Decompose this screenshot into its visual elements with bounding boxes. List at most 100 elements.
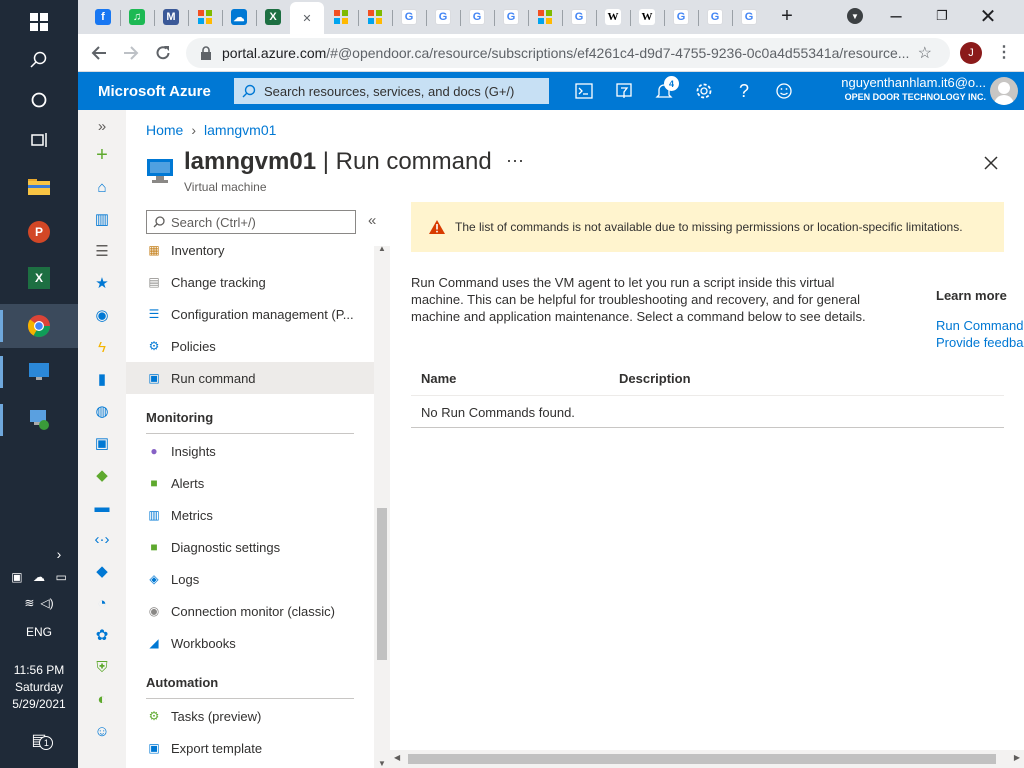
- resource-groups-icon[interactable]: ◉: [78, 299, 126, 331]
- cortana-button[interactable]: [0, 78, 78, 122]
- feedback-button[interactable]: [771, 79, 797, 103]
- menu-item-logs[interactable]: ◈ Logs: [126, 563, 374, 595]
- scroll-down-icon[interactable]: ▼: [378, 759, 386, 768]
- powerpoint-button[interactable]: P: [0, 210, 78, 254]
- browser-tab[interactable]: [358, 4, 392, 30]
- menu-item-tasks-preview[interactable]: ⚙ Tasks (preview): [126, 700, 374, 732]
- breadcrumb-resource[interactable]: lamngvm01: [204, 122, 276, 138]
- settings-button[interactable]: [691, 79, 717, 103]
- menu-item-inventory[interactable]: ▦ Inventory: [126, 236, 374, 266]
- content-horizontal-scrollbar[interactable]: ◀ ▶: [390, 750, 1024, 768]
- browser-tab[interactable]: G: [426, 4, 460, 30]
- menu-item-configuration-management-p[interactable]: ☰ Configuration management (P...: [126, 298, 374, 330]
- run-command-docs-link[interactable]: Run Command: [936, 318, 1023, 333]
- browser-tab[interactable]: G: [664, 4, 698, 30]
- meet-icon[interactable]: ▣: [11, 570, 22, 584]
- advisor-icon[interactable]: ✿: [78, 619, 126, 651]
- network-app-button[interactable]: [0, 398, 78, 442]
- column-header-description[interactable]: Description: [619, 371, 691, 386]
- menu-item-diagnostic-settings[interactable]: ■ Diagnostic settings: [126, 531, 374, 563]
- virtual-network-icon[interactable]: ‹·›: [78, 523, 126, 555]
- function-app-icon[interactable]: ϟ: [78, 331, 126, 363]
- volume-icon[interactable]: ◁): [40, 596, 53, 610]
- browser-tab[interactable]: G: [698, 4, 732, 30]
- browser-tab[interactable]: G: [392, 4, 426, 30]
- address-bar[interactable]: portal.azure.com/#@opendoor.ca/resource/…: [186, 38, 950, 68]
- active-directory-icon[interactable]: ◆: [78, 555, 126, 587]
- browser-tab[interactable]: M: [154, 4, 188, 30]
- browser-tab[interactable]: G: [460, 4, 494, 30]
- all-services-icon[interactable]: ☰: [78, 235, 126, 267]
- menu-item-insights[interactable]: ● Insights: [126, 435, 374, 467]
- provide-feedback-link[interactable]: Provide feedbac: [936, 335, 1024, 350]
- profile-avatar[interactable]: J: [960, 42, 982, 64]
- remote-desktop-button[interactable]: [0, 350, 78, 394]
- virtual-machine-icon[interactable]: ▣: [78, 427, 126, 459]
- browser-tab-active[interactable]: ✕: [290, 2, 324, 34]
- browser-tab[interactable]: W: [596, 4, 630, 30]
- bookmark-star-icon[interactable]: ☆: [913, 43, 932, 63]
- browser-tab[interactable]: [528, 4, 562, 30]
- menu-item-workbooks[interactable]: ◢ Workbooks: [126, 627, 374, 659]
- browser-tab[interactable]: G: [732, 4, 766, 30]
- minimize-window-button[interactable]: –: [873, 0, 919, 32]
- directory-filter-button[interactable]: [611, 79, 637, 103]
- dashboard-icon[interactable]: ▥: [78, 203, 126, 235]
- monitor-gauge-icon[interactable]: ◔: [78, 587, 126, 619]
- browser-tab[interactable]: [188, 4, 222, 30]
- restore-window-button[interactable]: ❐: [919, 0, 965, 32]
- new-tab-button[interactable]: +: [772, 0, 802, 32]
- create-resource-icon[interactable]: +: [78, 139, 126, 171]
- browser-tab[interactable]: [324, 4, 358, 30]
- menu-search-input[interactable]: Search (Ctrl+/): [146, 210, 356, 234]
- home-icon[interactable]: ⌂: [78, 171, 126, 203]
- column-header-name[interactable]: Name: [421, 371, 456, 386]
- horizontal-scrollbar-thumb[interactable]: [408, 754, 996, 764]
- browser-tab[interactable]: X: [256, 4, 290, 30]
- battery-icon[interactable]: ▭: [55, 570, 66, 584]
- menu-scrollbar-thumb[interactable]: [377, 508, 387, 660]
- close-icon[interactable]: ✕: [299, 10, 315, 26]
- file-explorer-button[interactable]: [0, 164, 78, 208]
- chrome-button[interactable]: [0, 304, 78, 348]
- scroll-up-icon[interactable]: ▲: [378, 244, 386, 253]
- forward-button[interactable]: [118, 40, 144, 66]
- cloud-shell-button[interactable]: [571, 79, 597, 103]
- browser-tab[interactable]: ☁: [222, 4, 256, 30]
- close-window-button[interactable]: ✕: [965, 0, 1011, 32]
- favorites-star-icon[interactable]: ★: [78, 267, 126, 299]
- menu-scrollbar[interactable]: ▲ ▼: [374, 244, 390, 768]
- menu-item-run-command[interactable]: ▣ Run command: [126, 362, 374, 394]
- clock[interactable]: 11:56 PM Saturday 5/29/2021: [0, 662, 78, 713]
- avatar[interactable]: [990, 77, 1018, 105]
- help-button[interactable]: ?: [731, 79, 757, 103]
- menu-item-metrics[interactable]: ▥ Metrics: [126, 499, 374, 531]
- search-button[interactable]: [0, 38, 78, 82]
- excel-button[interactable]: X: [0, 256, 78, 300]
- onedrive-icon[interactable]: ☁: [33, 570, 45, 584]
- browser-tab[interactable]: G: [562, 4, 596, 30]
- account-info[interactable]: nguyenthanhlam.it6@o... OPEN DOOR TECHNO…: [841, 76, 986, 104]
- notifications-button[interactable]: 4: [651, 76, 679, 103]
- sql-database-icon[interactable]: ▮: [78, 363, 126, 395]
- scroll-left-icon[interactable]: ◀: [394, 753, 400, 762]
- menu-item-change-tracking[interactable]: ▤ Change tracking: [126, 266, 374, 298]
- reload-button[interactable]: [150, 40, 176, 66]
- task-view-button[interactable]: [0, 118, 78, 162]
- security-center-icon[interactable]: ⛨: [78, 651, 126, 683]
- menu-item-connection-monitor-classic[interactable]: ◉ Connection monitor (classic): [126, 595, 374, 627]
- action-center-button[interactable]: ▤1: [0, 730, 78, 750]
- menu-item-export-template[interactable]: ▣ Export template: [126, 732, 374, 764]
- close-blade-button[interactable]: [984, 150, 998, 176]
- chevron-up-icon[interactable]: ›: [0, 546, 78, 562]
- storage-account-icon[interactable]: ▬: [78, 491, 126, 523]
- wifi-icon[interactable]: ≋: [24, 596, 34, 610]
- load-balancer-icon[interactable]: ◆: [78, 459, 126, 491]
- scroll-right-icon[interactable]: ▶: [1014, 753, 1020, 762]
- globe-icon[interactable]: ◍: [78, 395, 126, 427]
- browser-tab[interactable]: ♫: [120, 4, 154, 30]
- menu-item-policies[interactable]: ⚙ Policies: [126, 330, 374, 362]
- back-button[interactable]: [86, 40, 112, 66]
- menu-item-alerts[interactable]: ■ Alerts: [126, 467, 374, 499]
- azure-brand[interactable]: Microsoft Azure: [98, 83, 211, 100]
